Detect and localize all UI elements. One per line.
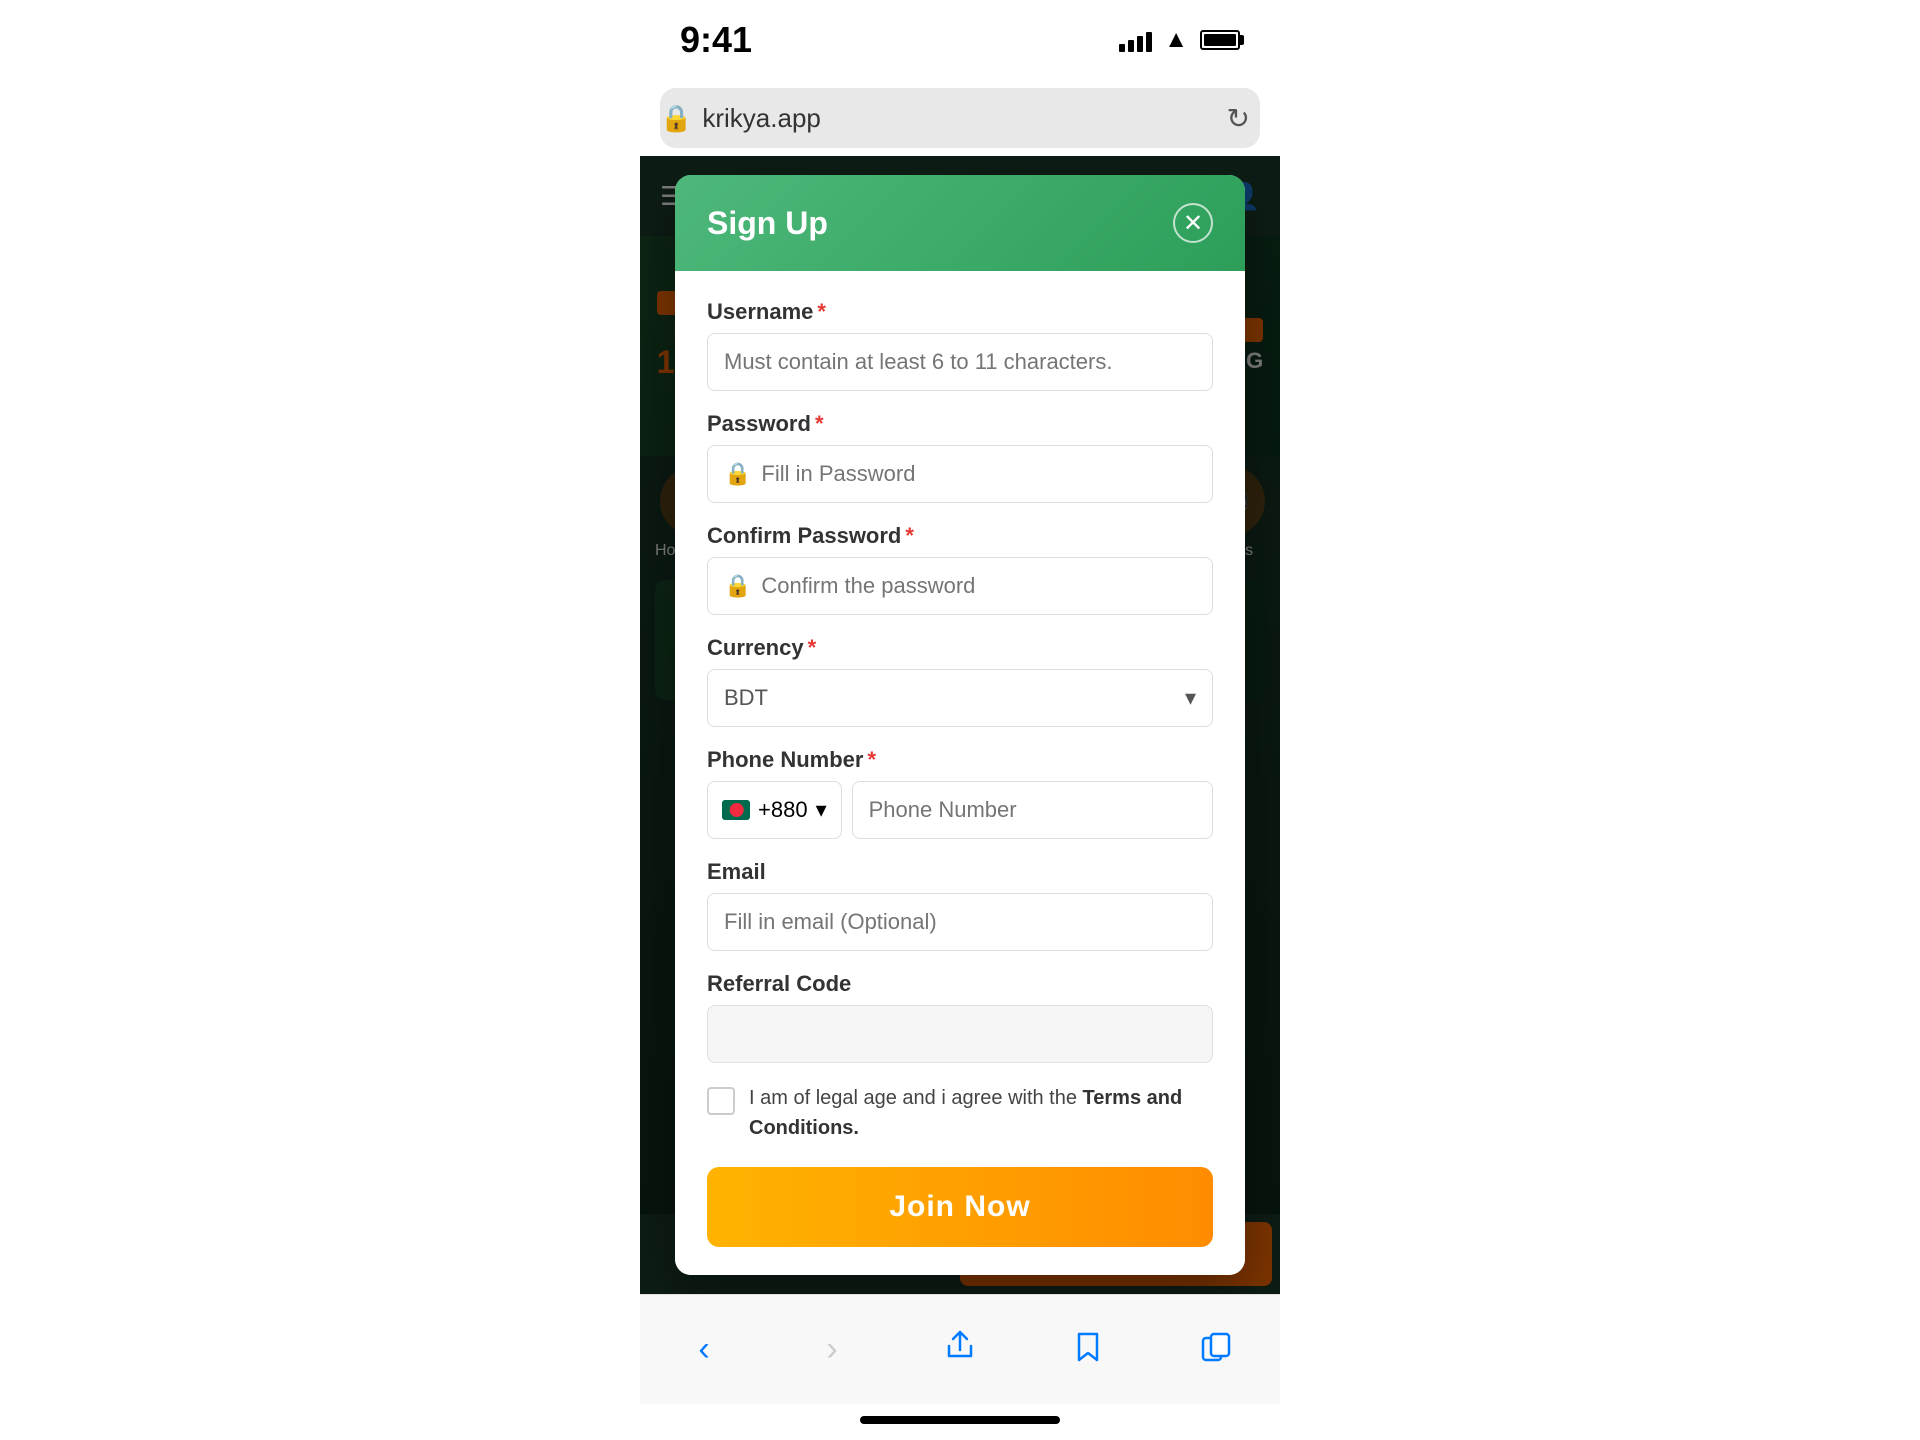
wifi-icon: ▲ <box>1164 26 1188 54</box>
confirm-password-group: Confirm Password * 🔒 <box>707 523 1213 615</box>
status-bar: 9:41 ▲ <box>640 0 1280 80</box>
phone-row: +880 ▾ <box>707 781 1213 839</box>
password-label: Password * <box>707 411 1213 437</box>
phone-number-input[interactable] <box>869 782 1196 838</box>
browser-content: ☰ 🔥 KRIKYA 👤 REFERRAL REFERRAL 1,000,000… <box>640 156 1280 1294</box>
terms-row: I am of legal age and i agree with the T… <box>707 1083 1213 1143</box>
username-label: Username * <box>707 299 1213 325</box>
phone-required: * <box>867 747 876 773</box>
email-input[interactable] <box>724 909 1196 935</box>
signal-icon <box>1119 28 1152 52</box>
forward-button[interactable]: › <box>802 1320 862 1380</box>
phone-number-label: Phone Number * <box>707 747 1213 773</box>
battery-icon <box>1200 30 1240 50</box>
currency-group: Currency * BDT ▾ <box>707 635 1213 727</box>
username-group: Username * <box>707 299 1213 391</box>
bangladesh-flag <box>722 800 750 820</box>
tabs-icon <box>1199 1330 1233 1369</box>
confirm-password-lock-icon: 🔒 <box>724 573 751 599</box>
bookmark-button[interactable] <box>1058 1320 1118 1380</box>
country-code: +880 <box>758 797 808 823</box>
referral-code-input-wrapper[interactable] <box>707 1005 1213 1063</box>
phone-country-selector[interactable]: +880 ▾ <box>707 781 842 839</box>
forward-icon: › <box>826 1330 837 1369</box>
modal-title: Sign Up <box>707 205 828 242</box>
terms-checkbox[interactable] <box>707 1087 735 1115</box>
confirm-password-input-wrapper[interactable]: 🔒 <box>707 557 1213 615</box>
reload-icon[interactable]: ↻ <box>1227 102 1250 135</box>
confirm-password-input[interactable] <box>761 573 1196 599</box>
username-input[interactable] <box>724 349 1196 375</box>
url-bar-inner[interactable]: 🔒 krikya.app ↻ <box>660 88 1260 148</box>
modal-close-button[interactable]: ✕ <box>1173 203 1213 243</box>
modal-header: Sign Up ✕ <box>675 175 1245 271</box>
browser-nav: ‹ › <box>640 1294 1280 1404</box>
email-label: Email <box>707 859 1213 885</box>
back-icon: ‹ <box>698 1330 709 1369</box>
status-time: 9:41 <box>680 19 752 61</box>
email-input-wrapper[interactable] <box>707 893 1213 951</box>
currency-label: Currency * <box>707 635 1213 661</box>
email-group: Email <box>707 859 1213 951</box>
password-group: Password * 🔒 <box>707 411 1213 503</box>
currency-value: BDT <box>724 685 768 711</box>
referral-code-group: Referral Code <box>707 971 1213 1063</box>
url-text: krikya.app <box>702 103 821 134</box>
join-now-button[interactable]: Join Now <box>707 1167 1213 1247</box>
status-icons: ▲ <box>1119 26 1240 54</box>
bookmark-icon <box>1071 1330 1105 1369</box>
share-button[interactable] <box>930 1320 990 1380</box>
share-icon <box>943 1328 977 1371</box>
modal-body: Username * Password * <box>675 271 1245 1275</box>
lock-icon: 🔒 <box>660 103 692 134</box>
terms-text: I am of legal age and i agree with the T… <box>749 1083 1213 1143</box>
tabs-button[interactable] <box>1186 1320 1246 1380</box>
confirm-password-label: Confirm Password * <box>707 523 1213 549</box>
url-bar: 🔒 krikya.app ↻ <box>640 80 1280 156</box>
modal-overlay: Sign Up ✕ Username * <box>640 156 1280 1294</box>
currency-select[interactable]: BDT ▾ <box>707 669 1213 727</box>
confirm-password-required: * <box>905 523 914 549</box>
referral-code-input[interactable] <box>724 1021 1196 1047</box>
phone-dropdown-icon: ▾ <box>816 797 827 823</box>
phone-number-input-wrapper[interactable] <box>852 781 1213 839</box>
back-button[interactable]: ‹ <box>674 1320 734 1380</box>
password-lock-icon: 🔒 <box>724 461 751 487</box>
currency-dropdown-icon: ▾ <box>1185 685 1196 711</box>
username-required: * <box>817 299 826 325</box>
home-indicator <box>860 1416 1060 1424</box>
referral-code-label: Referral Code <box>707 971 1213 997</box>
password-input-wrapper[interactable]: 🔒 <box>707 445 1213 503</box>
username-input-wrapper[interactable] <box>707 333 1213 391</box>
phone-frame: 9:41 ▲ 🔒 krikya.app ↻ ☰ <box>640 0 1280 1440</box>
password-input[interactable] <box>761 461 1196 487</box>
phone-number-group: Phone Number * +880 ▾ <box>707 747 1213 839</box>
signup-modal: Sign Up ✕ Username * <box>675 175 1245 1275</box>
currency-required: * <box>808 635 817 661</box>
password-required: * <box>815 411 824 437</box>
